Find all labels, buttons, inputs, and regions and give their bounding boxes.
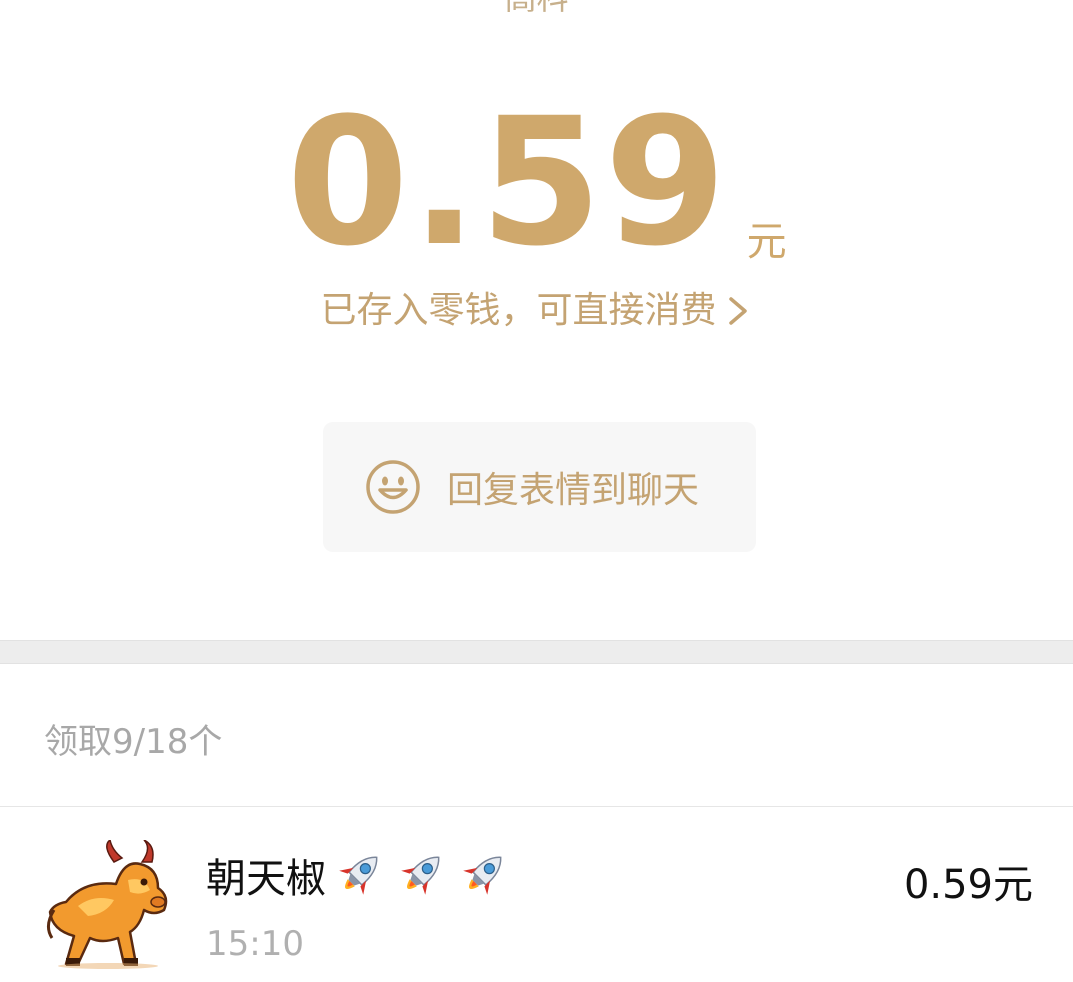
wallet-link[interactable]: 已存入零钱，可直接消费 <box>0 286 1073 336</box>
list-divider <box>0 806 1073 807</box>
wallet-link-label: 已存入零钱，可直接消费 <box>320 290 717 331</box>
amount-unit: 元 <box>746 219 787 265</box>
record-name: 朝天椒 <box>206 856 326 902</box>
section-divider <box>0 640 1073 664</box>
sender-title-cut: 高科 <box>0 0 1073 18</box>
list-item[interactable]: 朝天椒 15:10 0.59元 <box>0 836 1073 982</box>
smiley-icon <box>366 460 420 514</box>
record-name-line: 朝天椒 <box>206 846 512 904</box>
rocket-icon <box>401 856 440 895</box>
received-amount: 0.59 元 <box>0 80 1073 285</box>
amount-value: 0.59 <box>286 80 729 285</box>
record-time: 15:10 <box>206 924 304 964</box>
claim-count: 领取9/18个 <box>44 722 223 762</box>
avatar[interactable] <box>44 840 174 970</box>
rocket-icon <box>463 856 502 895</box>
reply-sticker-button[interactable]: 回复表情到聊天 <box>323 422 756 552</box>
red-packet-detail-page: 高科 0.59 元 已存入零钱，可直接消费 回复表情到聊天 领取9/18个 <box>0 0 1073 982</box>
record-amount: 0.59元 <box>903 862 1033 908</box>
reply-sticker-label: 回复表情到聊天 <box>447 470 700 511</box>
chevron-right-icon <box>728 297 747 325</box>
rocket-icon <box>339 856 378 895</box>
